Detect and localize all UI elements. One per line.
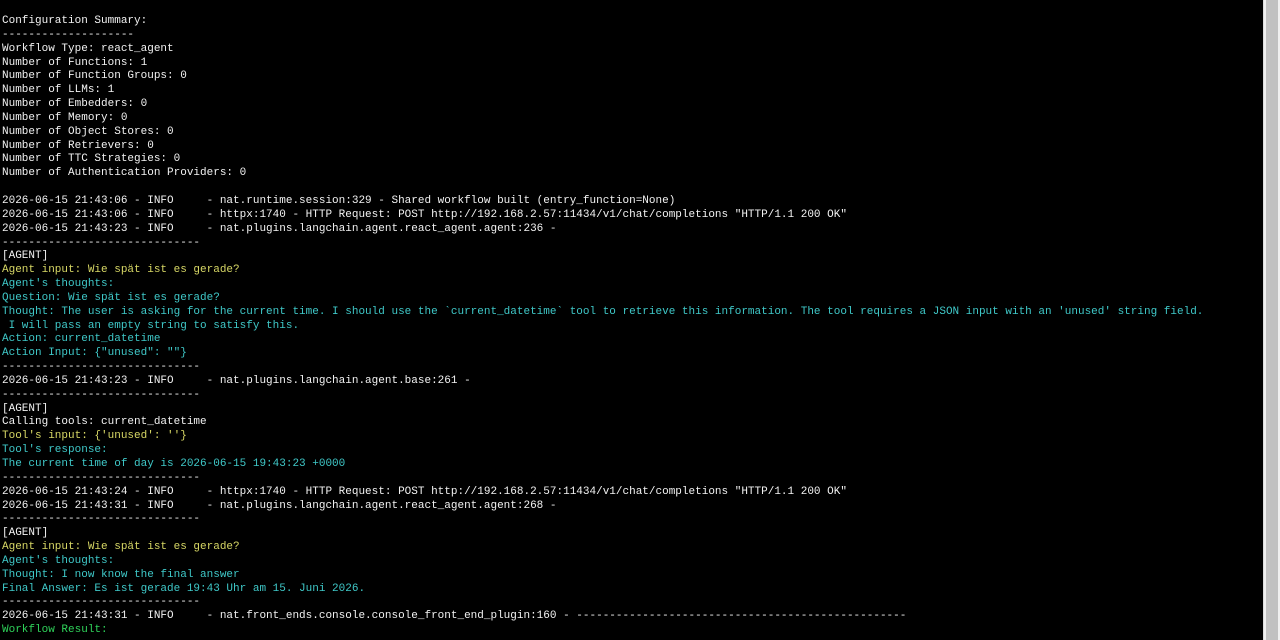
terminal-line: 2026-06-15 21:43:24 - INFO - httpx:1740 … (2, 485, 847, 498)
terminal-output: Configuration Summary: ------------------… (2, 15, 1264, 638)
terminal-line: ------------------------------ (2, 388, 201, 401)
terminal-line: 2026-06-15 21:43:23 - INFO - nat.plugins… (2, 374, 471, 387)
terminal-line: Calling tools: current_datetime (2, 416, 207, 429)
terminal-line: Agent input: Wie spät ist es gerade? (2, 264, 240, 277)
terminal-line: Question: Wie spät ist es gerade? (2, 291, 220, 304)
terminal-line: Workflow Result: (2, 624, 108, 637)
terminal-line: Number of Memory: 0 (2, 111, 128, 124)
terminal-line: Agent input: Wie spät ist es gerade? (2, 541, 240, 554)
terminal-line: 2026-06-15 21:43:23 - INFO - nat.plugins… (2, 222, 557, 235)
terminal-line: 2026-06-15 21:43:31 - INFO - nat.front_e… (2, 610, 907, 623)
terminal-line: Action Input: {"unused": ""} (2, 347, 187, 360)
terminal-line: ------------------------------ (2, 596, 201, 609)
terminal-line: Thought: The user is asking for the curr… (2, 305, 1204, 318)
terminal-line: ------------------------------ (2, 513, 201, 526)
terminal-line: Tool's response: (2, 444, 108, 457)
terminal-line: Agent's thoughts: (2, 278, 115, 291)
terminal-line: Number of Retrievers: 0 (2, 139, 154, 152)
vertical-scrollbar[interactable] (1263, 0, 1280, 640)
terminal-line: Number of Function Groups: 0 (2, 70, 187, 83)
terminal-line: ------------------------------ (2, 236, 201, 249)
terminal-line: Number of Object Stores: 0 (2, 125, 174, 138)
terminal-line: The current time of day is 2026-06-15 19… (2, 458, 346, 470)
terminal-line: Tool's input: {'unused': ''} (2, 430, 187, 443)
terminal-line: Number of Embedders: 0 (2, 98, 148, 111)
terminal-line: [AGENT] (2, 527, 49, 540)
terminal-line: Number of LLMs: 1 (2, 84, 115, 97)
terminal-line: Final Answer: Es ist gerade 19:43 Uhr am… (2, 582, 366, 595)
terminal-line: Agent's thoughts: (2, 554, 115, 567)
terminal-line: [AGENT] (2, 402, 49, 415)
terminal-line: ------------------------------ (2, 471, 201, 484)
terminal-line: [AGENT] (2, 250, 49, 263)
terminal-line: Workflow Type: react_agent (2, 42, 174, 55)
terminal-line: 2026-06-15 21:43:06 - INFO - nat.runtime… (2, 194, 676, 207)
terminal-line: Configuration Summary: (2, 15, 148, 27)
terminal-line: Thought: I now know the final answer (2, 568, 240, 581)
terminal-line: 2026-06-15 21:43:06 - INFO - httpx:1740 … (2, 208, 847, 221)
scrollbar-thumb[interactable] (1266, 0, 1278, 640)
terminal-line: ------------------------------ (2, 361, 201, 374)
terminal-line: Number of Authentication Providers: 0 (2, 167, 247, 180)
terminal-line: -------------------- (2, 28, 135, 41)
terminal-line: 2026-06-15 21:43:31 - INFO - nat.plugins… (2, 499, 557, 512)
terminal-window[interactable]: Configuration Summary: ------------------… (0, 0, 1280, 640)
terminal-line: Number of TTC Strategies: 0 (2, 153, 181, 166)
terminal-line: Number of Functions: 1 (2, 56, 148, 69)
terminal-line: Action: current_datetime (2, 333, 161, 346)
terminal-line: I will pass an empty string to satisfy t… (2, 319, 300, 332)
